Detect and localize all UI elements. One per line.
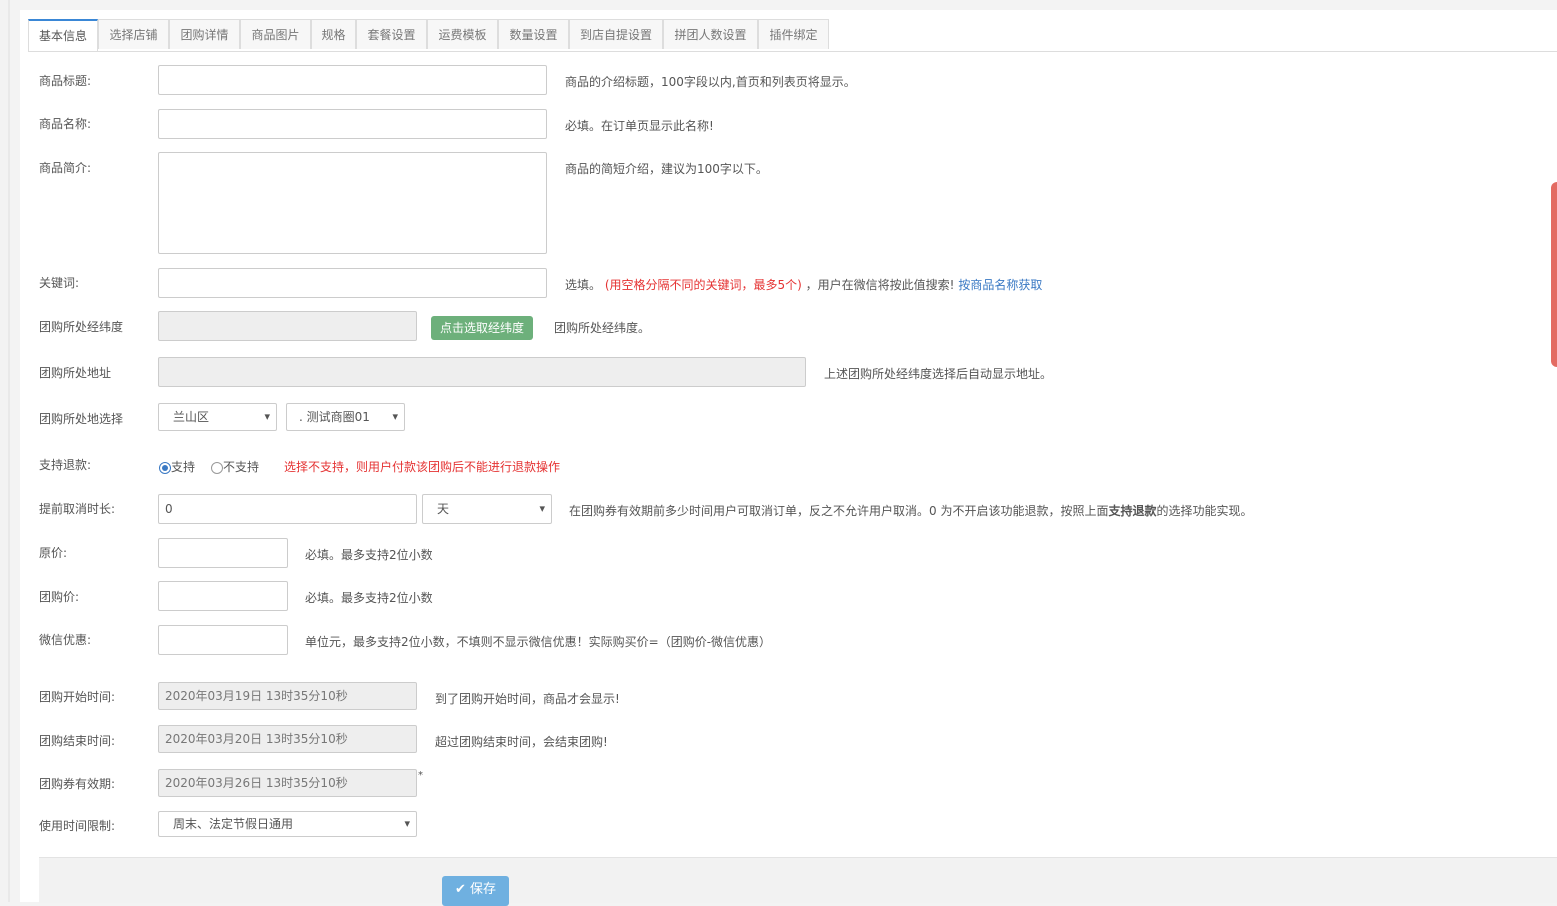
end-time-input[interactable]: 2020年03月20日 13时35分10秒 [158, 725, 417, 753]
title-label: 商品标题: [39, 74, 92, 88]
keywords-hint: 选填。 (用空格分隔不同的关键词，最多5个) ，用户在微信将按此值搜索! 按商品… [565, 276, 1042, 293]
keywords-label: 关键词: [39, 276, 80, 290]
district-select[interactable]: 兰山区 [158, 403, 277, 431]
refund-no-option[interactable]: 不支持 [211, 458, 259, 475]
tab-product-images[interactable]: 商品图片 [240, 19, 311, 49]
address-input [158, 357, 806, 387]
name-label: 商品名称: [39, 117, 92, 131]
wx-discount-input[interactable] [158, 625, 288, 655]
start-time-hint: 到了团购开始时间，商品才会显示! [435, 692, 620, 706]
pick-latlng-button[interactable]: 点击选取经纬度 [431, 316, 533, 340]
tab-basic-info[interactable]: 基本信息 [28, 19, 98, 51]
area-select[interactable]: . 测试商圈01 [286, 403, 405, 431]
tab-pickup[interactable]: 到店自提设置 [569, 19, 663, 49]
refund-label: 支持退款: [39, 458, 92, 472]
address-label: 团购所处地址 [39, 366, 112, 380]
check-icon: ✔ [454, 882, 466, 897]
use-limit-label: 使用时间限制: [39, 819, 116, 833]
cancel-unit-select[interactable]: 天 [422, 494, 552, 524]
end-time-hint: 超过团购结束时间，会结束团购! [435, 735, 608, 749]
refund-yes-option[interactable]: 支持 [159, 458, 195, 475]
save-button-label: 保存 [470, 882, 497, 897]
keywords-hint-red: (用空格分隔不同的关键词，最多5个) [604, 278, 802, 292]
keywords-fetch-link[interactable]: 按商品名称获取 [958, 278, 1042, 292]
side-edge-tab[interactable] [1551, 182, 1557, 367]
group-price-hint: 必填。最多支持2位小数 [305, 591, 433, 605]
tab-package[interactable]: 套餐设置 [356, 19, 427, 49]
form-footer: ✔ 保存 [39, 857, 1557, 906]
cancel-unit-value: 天 [437, 502, 450, 516]
group-price-label: 团购价: [39, 590, 80, 604]
keywords-hint-b: ，用户在微信将按此值搜索! [805, 278, 955, 292]
tab-quantity[interactable]: 数量设置 [498, 19, 569, 49]
radio-checked-icon[interactable] [159, 462, 171, 474]
wx-discount-hint: 单位元，最多支持2位小数，不填则不显示微信优惠！实际购买价=（团购价-微信优惠） [305, 635, 772, 649]
name-input[interactable] [158, 109, 547, 139]
radio-unchecked-icon[interactable] [211, 462, 223, 474]
district-value: 兰山区 [173, 410, 210, 424]
title-input[interactable] [158, 65, 547, 95]
cancel-hint-bold: 支持退款 [1108, 504, 1157, 518]
orig-price-label: 原价: [39, 546, 68, 560]
refund-yes-label: 支持 [171, 460, 196, 474]
latlng-label: 团购所处经纬度 [39, 320, 124, 334]
group-price-input[interactable] [158, 581, 288, 611]
cancel-duration-input[interactable]: 0 [158, 494, 417, 524]
valid-time-label: 团购券有效期: [39, 777, 116, 791]
use-limit-select[interactable]: 周末、法定节假日通用 [158, 811, 417, 837]
keywords-hint-a: 选填。 [565, 278, 602, 292]
latlng-hint: 团购所处经纬度。 [554, 321, 651, 335]
address-hint: 上述团购所处经纬度选择后自动显示地址。 [824, 367, 1053, 381]
tab-bar: 基本信息 选择店铺 团购详情 商品图片 规格 套餐设置 运费模板 数量设置 到店… [28, 19, 1557, 52]
latlng-input [158, 311, 417, 341]
wx-discount-label: 微信优惠: [39, 633, 92, 647]
tab-group-size[interactable]: 拼团人数设置 [663, 19, 758, 49]
use-limit-value: 周末、法定节假日通用 [173, 817, 294, 831]
cancel-label: 提前取消时长: [39, 502, 116, 516]
cancel-hint-a: 在团购券有效期前多少时间用户可取消订单，反之不允许用户取消。0 为不开启该功能退… [569, 504, 1109, 518]
tab-select-store[interactable]: 选择店铺 [98, 19, 169, 49]
keywords-input[interactable] [158, 268, 547, 298]
form-panel: 基本信息 选择店铺 团购详情 商品图片 规格 套餐设置 运费模板 数量设置 到店… [20, 10, 1557, 906]
start-time-input[interactable]: 2020年03月19日 13时35分10秒 [158, 682, 417, 710]
title-hint: 商品的介绍标题，100字段以内,首页和列表页将显示。 [565, 75, 856, 89]
cancel-hint: 在团购券有效期前多少时间用户可取消订单，反之不允许用户取消。0 为不开启该功能退… [569, 502, 1253, 519]
required-mark: * [418, 770, 423, 781]
refund-hint: 选择不支持，则用户付款该团购后不能进行退款操作 [284, 460, 561, 474]
intro-hint: 商品的简短介绍，建议为100字以下。 [565, 162, 768, 176]
left-border [8, 0, 10, 902]
start-time-label: 团购开始时间: [39, 690, 116, 704]
intro-textarea[interactable] [158, 152, 547, 254]
orig-price-input[interactable] [158, 538, 288, 568]
intro-label: 商品简介: [39, 161, 92, 175]
tab-shipping[interactable]: 运费模板 [427, 19, 498, 49]
orig-price-hint: 必填。最多支持2位小数 [305, 548, 433, 562]
end-time-label: 团购结束时间: [39, 734, 116, 748]
cancel-hint-b: 的选择功能实现。 [1156, 504, 1253, 518]
location-select-label: 团购所处地选择 [39, 412, 124, 426]
valid-time-input[interactable]: 2020年03月26日 13时35分10秒 [158, 769, 417, 797]
tab-specs[interactable]: 规格 [311, 19, 356, 49]
tab-group-detail[interactable]: 团购详情 [169, 19, 240, 49]
tab-plugin[interactable]: 插件绑定 [758, 19, 829, 49]
area-value: 测试商圈01 [306, 410, 370, 424]
name-hint: 必填。在订单页显示此名称! [565, 119, 714, 133]
refund-no-label: 不支持 [223, 460, 260, 474]
